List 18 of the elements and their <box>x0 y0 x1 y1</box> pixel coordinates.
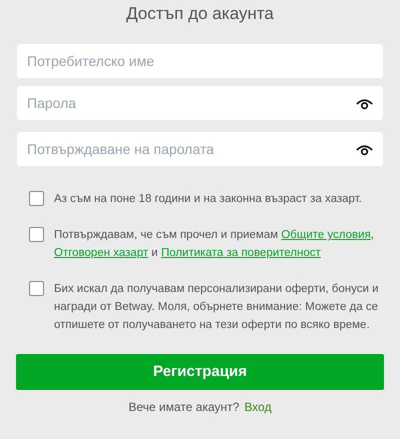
eye-icon[interactable] <box>356 144 373 156</box>
form-title: Достъп до акаунта <box>125 3 275 25</box>
link[interactable]: Общите условия <box>281 229 371 241</box>
footer-text: Вече имате акаунт? <box>128 399 240 416</box>
checkbox-label: Потвърждавам, че съм прочел и приемам Общите условия, Отговорен хазарт и Политиката за поверителност <box>54 228 375 261</box>
login-link[interactable]: Вход <box>244 398 272 416</box>
link[interactable]: Отговорен хазарт <box>54 247 148 259</box>
checkbox[interactable] <box>29 191 44 206</box>
checkbox-label: Бих искал да получавам персонализирани оферти, бонуси и награди от Betway. Моля, обърнете внимание: Можете да се отпишете от получаването на тези оферти по всяко време. <box>54 282 380 333</box>
input-field[interactable]: Потвърждаване на паролата <box>17 132 383 166</box>
checkbox[interactable] <box>29 227 44 242</box>
register-button[interactable]: Регистрация <box>16 354 384 390</box>
input-field[interactable]: Потребителско име <box>17 44 383 78</box>
link[interactable]: Политиката за поверителност <box>161 247 321 259</box>
input-field[interactable]: Парола <box>17 86 383 120</box>
eye-icon[interactable] <box>356 98 373 110</box>
checkbox-label: Аз съм на поне 18 години и на законна възраст за хазарт. <box>54 192 362 207</box>
checkbox[interactable] <box>29 281 44 296</box>
